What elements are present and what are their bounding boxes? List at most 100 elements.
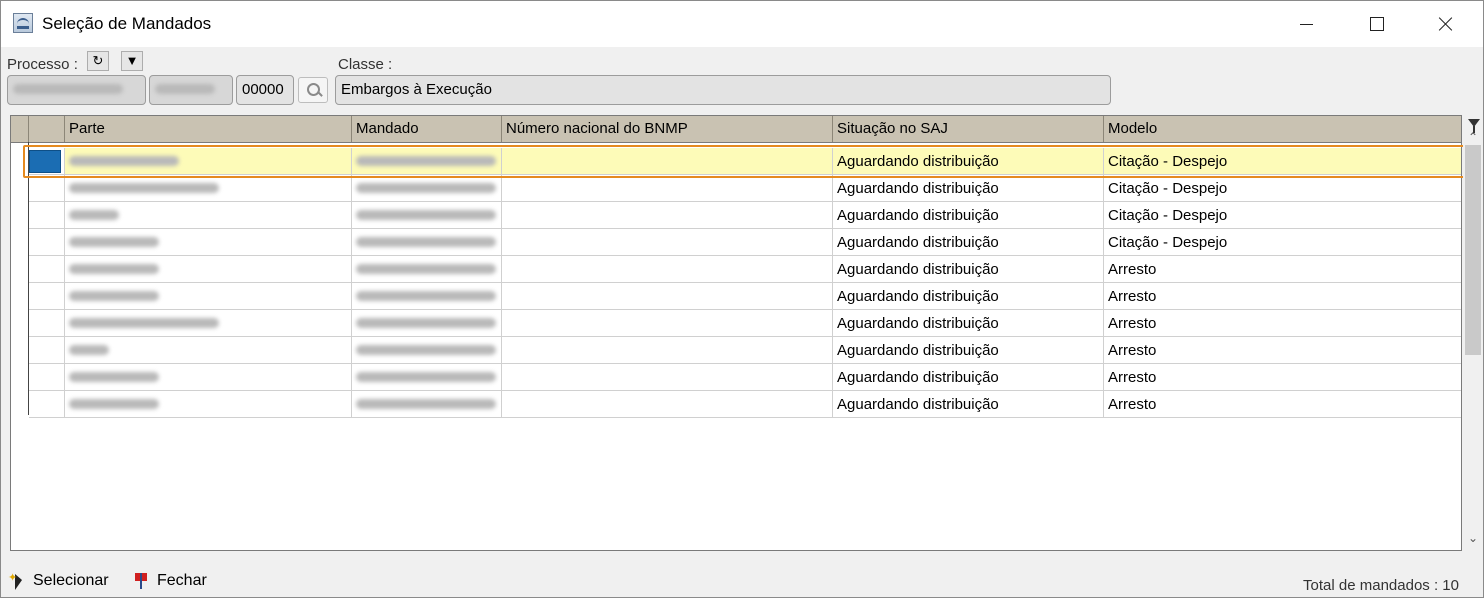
cell-situacao: Aguardando distribuição bbox=[833, 175, 1104, 202]
cell-parte bbox=[65, 391, 352, 418]
cell-bnmp bbox=[502, 310, 833, 337]
selecionar-button[interactable]: Selecionar bbox=[8, 566, 109, 593]
blurred-value bbox=[69, 210, 119, 220]
header-modelo[interactable]: Modelo bbox=[1104, 116, 1461, 142]
cell-bnmp bbox=[502, 175, 833, 202]
cell-bnmp bbox=[502, 391, 833, 418]
classe-label: Classe : bbox=[338, 56, 393, 73]
cell-mandado bbox=[352, 364, 502, 391]
current-row-marker bbox=[29, 150, 61, 173]
total-count: Total de mandados : 10 bbox=[1303, 577, 1459, 594]
minimize-button[interactable] bbox=[1271, 1, 1341, 47]
blurred-value bbox=[356, 156, 496, 166]
cell-bnmp bbox=[502, 256, 833, 283]
blurred-value bbox=[69, 399, 159, 409]
cell-mandado bbox=[352, 175, 502, 202]
cell-bnmp bbox=[502, 364, 833, 391]
blurred-value bbox=[69, 237, 159, 247]
search-button[interactable] bbox=[298, 77, 328, 103]
vertical-scrollbar[interactable]: ⌃ ⌄ bbox=[1463, 115, 1483, 551]
table-row[interactable]: Aguardando distribuição Arresto bbox=[11, 310, 1461, 337]
cell-modelo: Arresto bbox=[1104, 337, 1461, 364]
row-marker-cell bbox=[29, 364, 65, 391]
maximize-button[interactable] bbox=[1341, 1, 1411, 47]
close-window-button[interactable] bbox=[1411, 1, 1481, 47]
filter-icon[interactable] bbox=[1467, 117, 1481, 135]
cell-parte bbox=[65, 283, 352, 310]
blurred-value bbox=[356, 183, 496, 193]
cell-situacao: Aguardando distribuição bbox=[833, 391, 1104, 418]
scroll-down-icon[interactable]: ⌄ bbox=[1463, 528, 1483, 548]
cell-modelo: Citação - Despejo bbox=[1104, 175, 1461, 202]
dropdown-button[interactable]: ▼ bbox=[121, 51, 143, 71]
table-row[interactable]: Aguardando distribuição Arresto bbox=[11, 337, 1461, 364]
blurred-value bbox=[356, 399, 496, 409]
blurred-value bbox=[356, 210, 496, 220]
mandados-grid[interactable]: Parte Mandado Número nacional do BNMP Si… bbox=[10, 115, 1462, 551]
header-situacao[interactable]: Situação no SAJ bbox=[833, 116, 1104, 142]
table-row[interactable]: Aguardando distribuição Citação - Despejo bbox=[11, 202, 1461, 229]
cell-parte bbox=[65, 337, 352, 364]
cell-bnmp bbox=[502, 283, 833, 310]
table-row[interactable]: Aguardando distribuição Citação - Despejo bbox=[11, 148, 1461, 175]
scroll-thumb[interactable] bbox=[1465, 145, 1481, 355]
cell-parte bbox=[65, 310, 352, 337]
row-marker-cell bbox=[29, 148, 65, 175]
blurred-value bbox=[356, 318, 496, 328]
cell-parte bbox=[65, 256, 352, 283]
table-row[interactable]: Aguardando distribuição Citação - Despejo bbox=[11, 229, 1461, 256]
cell-situacao: Aguardando distribuição bbox=[833, 337, 1104, 364]
cell-situacao: Aguardando distribuição bbox=[833, 229, 1104, 256]
cell-modelo: Citação - Despejo bbox=[1104, 148, 1461, 175]
cell-parte bbox=[65, 175, 352, 202]
cell-modelo: Arresto bbox=[1104, 310, 1461, 337]
row-marker-cell bbox=[29, 202, 65, 229]
dialog-window: Seleção de Mandados Processo : ↻ ▼ Class… bbox=[0, 0, 1484, 598]
cell-situacao: Aguardando distribuição bbox=[833, 310, 1104, 337]
cell-situacao: Aguardando distribuição bbox=[833, 283, 1104, 310]
table-row[interactable]: Aguardando distribuição Arresto bbox=[11, 256, 1461, 283]
blurred-value bbox=[69, 345, 109, 355]
table-row[interactable]: Aguardando distribuição Arresto bbox=[11, 364, 1461, 391]
cell-mandado bbox=[352, 283, 502, 310]
cell-modelo: Arresto bbox=[1104, 283, 1461, 310]
blurred-value bbox=[356, 264, 496, 274]
processo-digit-field[interactable] bbox=[149, 75, 233, 105]
blurred-value bbox=[69, 183, 219, 193]
blurred-value bbox=[356, 345, 496, 355]
cell-bnmp bbox=[502, 229, 833, 256]
flag-icon bbox=[133, 572, 151, 590]
cell-modelo: Arresto bbox=[1104, 364, 1461, 391]
table-row[interactable]: Aguardando distribuição Arresto bbox=[11, 391, 1461, 418]
header-indicator bbox=[11, 116, 29, 142]
blurred-value bbox=[356, 237, 496, 247]
table-row[interactable]: Aguardando distribuição Citação - Despejo bbox=[11, 175, 1461, 202]
row-marker-cell bbox=[29, 175, 65, 202]
blurred-value bbox=[155, 84, 215, 94]
blurred-value bbox=[356, 372, 496, 382]
header-parte[interactable]: Parte bbox=[65, 116, 352, 142]
row-marker-cell bbox=[29, 337, 65, 364]
blurred-value bbox=[69, 372, 159, 382]
processo-number-field[interactable] bbox=[7, 75, 146, 105]
header-marker bbox=[29, 116, 65, 142]
window-title: Seleção de Mandados bbox=[42, 14, 212, 33]
header-bnmp[interactable]: Número nacional do BNMP bbox=[502, 116, 833, 142]
fechar-button[interactable]: Fechar bbox=[133, 569, 207, 593]
cell-parte bbox=[65, 148, 352, 175]
cell-situacao: Aguardando distribuição bbox=[833, 148, 1104, 175]
row-marker-cell bbox=[29, 229, 65, 256]
cell-bnmp bbox=[502, 202, 833, 229]
processo-foro-field[interactable]: 00000 bbox=[236, 75, 294, 105]
grid-header: Parte Mandado Número nacional do BNMP Si… bbox=[11, 116, 1461, 143]
cell-modelo: Arresto bbox=[1104, 256, 1461, 283]
table-row[interactable]: Aguardando distribuição Arresto bbox=[11, 283, 1461, 310]
refresh-button[interactable]: ↻ bbox=[87, 51, 109, 71]
row-marker-cell bbox=[29, 391, 65, 418]
cell-mandado bbox=[352, 229, 502, 256]
footer-bar: Selecionar Fechar Total de mandados : 10 bbox=[1, 557, 1483, 597]
header-mandado[interactable]: Mandado bbox=[352, 116, 502, 142]
cell-situacao: Aguardando distribuição bbox=[833, 256, 1104, 283]
row-marker-cell bbox=[29, 310, 65, 337]
cell-mandado bbox=[352, 391, 502, 418]
